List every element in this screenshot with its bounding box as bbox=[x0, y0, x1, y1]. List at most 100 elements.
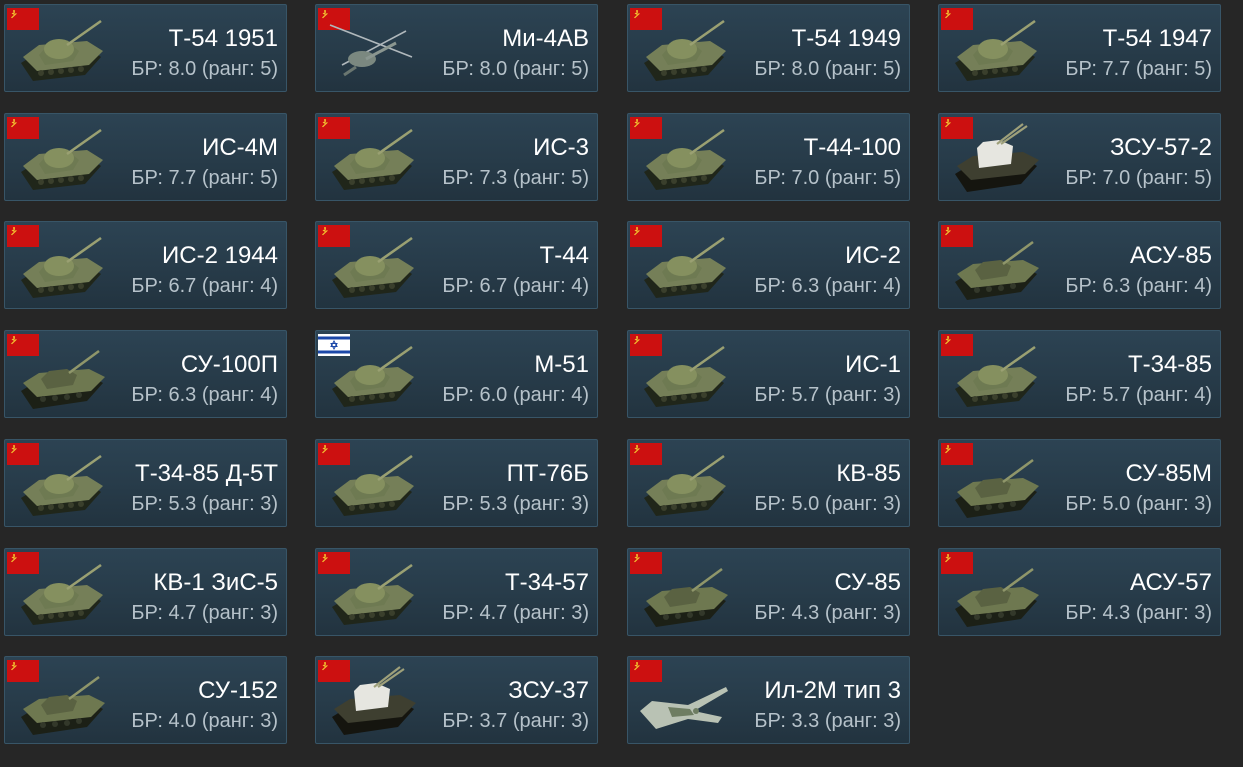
vehicle-card[interactable]: ИС-1 БР: 5.7 (ранг: 3) bbox=[627, 330, 910, 418]
vehicle-name: АСУ-57 bbox=[1130, 569, 1212, 596]
vehicle-card[interactable]: Т-34-85 Д-5Т БР: 5.3 (ранг: 3) bbox=[4, 439, 287, 527]
vehicle-card[interactable]: КВ-85 БР: 5.0 (ранг: 3) bbox=[627, 439, 910, 527]
vehicle-battle-rating: БР: 5.7 (ранг: 3) bbox=[754, 384, 901, 406]
tank-icon bbox=[332, 454, 414, 516]
tank-icon bbox=[21, 454, 103, 516]
vehicle-battle-rating: БР: 8.0 (ранг: 5) bbox=[754, 58, 901, 80]
vehicle-battle-rating: БР: 7.7 (ранг: 5) bbox=[131, 167, 278, 189]
vehicle-battle-rating: БР: 6.7 (ранг: 4) bbox=[131, 275, 278, 297]
aircraft-icon bbox=[640, 687, 728, 729]
vehicle-card[interactable]: СУ-100П БР: 6.3 (ранг: 4) bbox=[4, 330, 287, 418]
vehicle-name: СУ-152 bbox=[198, 677, 278, 704]
vehicle-card[interactable]: ЗСУ-37 БР: 3.7 (ранг: 3) bbox=[315, 656, 598, 744]
vehicle-card[interactable]: Т-54 1949 БР: 8.0 (ранг: 5) bbox=[627, 4, 910, 92]
vehicle-card[interactable]: ЗСУ-57-2 БР: 7.0 (ранг: 5) bbox=[938, 113, 1221, 201]
vehicle-battle-rating: БР: 3.3 (ранг: 3) bbox=[754, 710, 901, 732]
vehicle-card[interactable]: М-51 БР: 6.0 (ранг: 4) bbox=[315, 330, 598, 418]
vehicle-battle-rating: БР: 5.0 (ранг: 3) bbox=[1065, 493, 1212, 515]
vehicle-grid: Т-54 1951 БР: 8.0 (ранг: 5) Ми-4АВ БР: 8.0… bbox=[0, 0, 1243, 767]
vehicle-name: Т-34-85 bbox=[1127, 351, 1212, 378]
tank-icon bbox=[21, 563, 103, 625]
vehicle-name: ИС-2 bbox=[845, 242, 901, 269]
tank-icon bbox=[21, 128, 103, 190]
tank-icon bbox=[955, 19, 1037, 81]
vehicle-name: АСУ-85 bbox=[1130, 242, 1212, 269]
vehicle-card[interactable]: Т-34-85 БР: 5.7 (ранг: 4) bbox=[938, 330, 1221, 418]
vehicle-battle-rating: БР: 5.3 (ранг: 3) bbox=[442, 493, 589, 515]
vehicle-card[interactable]: Т-54 1951 БР: 8.0 (ранг: 5) bbox=[4, 4, 287, 92]
vehicle-battle-rating: БР: 6.3 (ранг: 4) bbox=[754, 275, 901, 297]
vehicle-name: КВ-1 ЗиС-5 bbox=[153, 569, 278, 596]
vehicle-name: ЗСУ-57-2 bbox=[1109, 134, 1212, 161]
vehicle-name: СУ-85 bbox=[834, 569, 901, 596]
vehicle-name: Т-34-85 Д-5Т bbox=[135, 460, 278, 487]
vehicle-name: ИС-3 bbox=[533, 134, 589, 161]
vehicle-card[interactable]: ИС-4М БР: 7.7 (ранг: 5) bbox=[4, 113, 287, 201]
vehicle-name: ПТ-76Б bbox=[506, 460, 589, 487]
vehicle-name: Т-54 1951 bbox=[168, 25, 278, 52]
vehicle-card[interactable]: Т-44-100 БР: 7.0 (ранг: 5) bbox=[627, 113, 910, 201]
vehicle-battle-rating: БР: 6.7 (ранг: 4) bbox=[442, 275, 589, 297]
vehicle-battle-rating: БР: 5.0 (ранг: 3) bbox=[754, 493, 901, 515]
tank-icon bbox=[332, 128, 414, 190]
tank-icon bbox=[644, 236, 726, 298]
vehicle-name: Т-44-100 bbox=[803, 134, 901, 161]
vehicle-battle-rating: БР: 4.3 (ранг: 3) bbox=[754, 602, 901, 624]
tank-icon bbox=[21, 236, 103, 298]
vehicle-name: ЗСУ-37 bbox=[508, 677, 589, 704]
vehicle-card[interactable]: ИС-2 1944 БР: 6.7 (ранг: 4) bbox=[4, 221, 287, 309]
tank-icon bbox=[332, 345, 414, 407]
vehicle-card[interactable]: Т-54 1947 БР: 7.7 (ранг: 5) bbox=[938, 4, 1221, 92]
vehicle-name: ИС-1 bbox=[845, 351, 901, 378]
vehicle-card[interactable]: АСУ-85 БР: 6.3 (ранг: 4) bbox=[938, 221, 1221, 309]
vehicle-card[interactable]: Ил-2М тип 3 БР: 3.3 (ранг: 3) bbox=[627, 656, 910, 744]
vehicle-card[interactable]: КВ-1 ЗиС-5 БР: 4.7 (ранг: 3) bbox=[4, 548, 287, 636]
vehicle-card[interactable]: СУ-85 БР: 4.3 (ранг: 3) bbox=[627, 548, 910, 636]
vehicle-name: Т-54 1949 bbox=[791, 25, 901, 52]
vehicle-battle-rating: БР: 7.3 (ранг: 5) bbox=[442, 167, 589, 189]
vehicle-card[interactable]: Т-34-57 БР: 4.7 (ранг: 3) bbox=[315, 548, 598, 636]
vehicle-name: Ил-2М тип 3 bbox=[764, 677, 901, 704]
tank-icon bbox=[644, 454, 726, 516]
vehicle-battle-rating: БР: 5.7 (ранг: 4) bbox=[1065, 384, 1212, 406]
vehicle-card[interactable]: СУ-152 БР: 4.0 (ранг: 3) bbox=[4, 656, 287, 744]
tank-icon bbox=[644, 19, 726, 81]
vehicle-card[interactable]: Т-44 БР: 6.7 (ранг: 4) bbox=[315, 221, 598, 309]
spaa-icon bbox=[332, 666, 416, 735]
tank-icon bbox=[332, 563, 414, 625]
vehicle-battle-rating: БР: 4.3 (ранг: 3) bbox=[1065, 602, 1212, 624]
vehicle-battle-rating: БР: 4.7 (ранг: 3) bbox=[131, 602, 278, 624]
vehicle-card[interactable]: АСУ-57 БР: 4.3 (ранг: 3) bbox=[938, 548, 1221, 636]
vehicle-name: СУ-85М bbox=[1125, 460, 1212, 487]
vehicle-battle-rating: БР: 4.0 (ранг: 3) bbox=[131, 710, 278, 732]
vehicle-name: Ми-4АВ bbox=[502, 25, 589, 52]
vehicle-battle-rating: БР: 5.3 (ранг: 3) bbox=[131, 493, 278, 515]
vehicle-name: ИС-4М bbox=[202, 134, 278, 161]
tank-destroyer-icon bbox=[955, 458, 1039, 518]
vehicle-battle-rating: БР: 3.7 (ранг: 3) bbox=[442, 710, 589, 732]
vehicle-name: Т-54 1947 bbox=[1102, 25, 1212, 52]
vehicle-name: Т-44 bbox=[539, 242, 589, 269]
vehicle-card[interactable]: СУ-85М БР: 5.0 (ранг: 3) bbox=[938, 439, 1221, 527]
vehicle-battle-rating: БР: 7.7 (ранг: 5) bbox=[1065, 58, 1212, 80]
tank-destroyer-icon bbox=[21, 675, 105, 735]
helicopter-icon bbox=[329, 24, 413, 77]
tank-icon bbox=[332, 236, 414, 298]
vehicle-battle-rating: БР: 4.7 (ранг: 3) bbox=[442, 602, 589, 624]
vehicle-battle-rating: БР: 7.0 (ранг: 5) bbox=[754, 167, 901, 189]
vehicle-card[interactable]: ИС-2 БР: 6.3 (ранг: 4) bbox=[627, 221, 910, 309]
tank-icon bbox=[644, 128, 726, 190]
vehicle-card[interactable]: Ми-4АВ БР: 8.0 (ранг: 5) bbox=[315, 4, 598, 92]
vehicle-battle-rating: БР: 7.0 (ранг: 5) bbox=[1065, 167, 1212, 189]
vehicle-battle-rating: БР: 6.0 (ранг: 4) bbox=[442, 384, 589, 406]
vehicle-battle-rating: БР: 6.3 (ранг: 4) bbox=[131, 384, 278, 406]
vehicle-card[interactable]: ПТ-76Б БР: 5.3 (ранг: 3) bbox=[315, 439, 598, 527]
tank-destroyer-icon bbox=[21, 349, 105, 409]
vehicle-name: ИС-2 1944 bbox=[162, 242, 278, 269]
spaa-icon bbox=[955, 123, 1039, 192]
vehicle-name: КВ-85 bbox=[836, 460, 901, 487]
vehicle-card[interactable]: ИС-3 БР: 7.3 (ранг: 5) bbox=[315, 113, 598, 201]
tank-destroyer-icon bbox=[955, 240, 1039, 300]
tank-icon bbox=[21, 19, 103, 81]
vehicle-battle-rating: БР: 8.0 (ранг: 5) bbox=[131, 58, 278, 80]
